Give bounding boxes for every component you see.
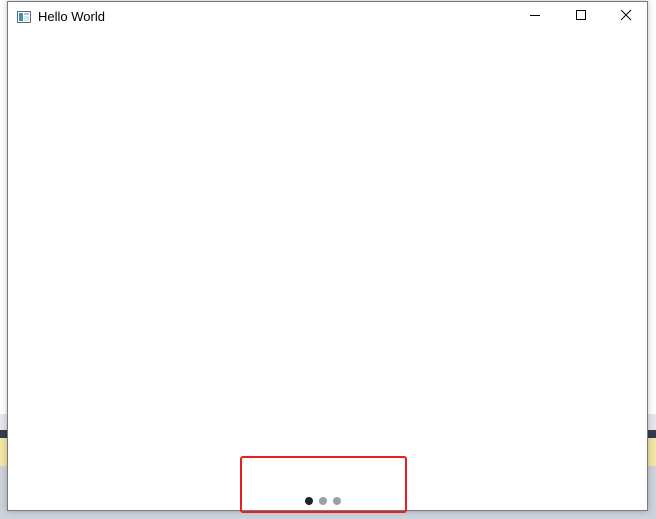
page-indicator-dot[interactable] (333, 497, 341, 505)
title-bar[interactable]: Hello World (8, 2, 647, 31)
page-indicator-dot[interactable] (319, 497, 327, 505)
close-icon (620, 8, 632, 26)
close-button[interactable] (603, 2, 649, 31)
window-content (8, 31, 647, 510)
maximize-button[interactable] (558, 2, 604, 31)
window-app-icon (17, 10, 31, 23)
minimize-icon (529, 8, 541, 26)
page-indicator-dot[interactable] (305, 497, 313, 505)
maximize-icon (575, 8, 587, 26)
page-indicator (305, 496, 341, 506)
minimize-button[interactable] (512, 2, 558, 31)
app-window: Hello World (7, 1, 648, 511)
window-title: Hello World (38, 9, 105, 24)
